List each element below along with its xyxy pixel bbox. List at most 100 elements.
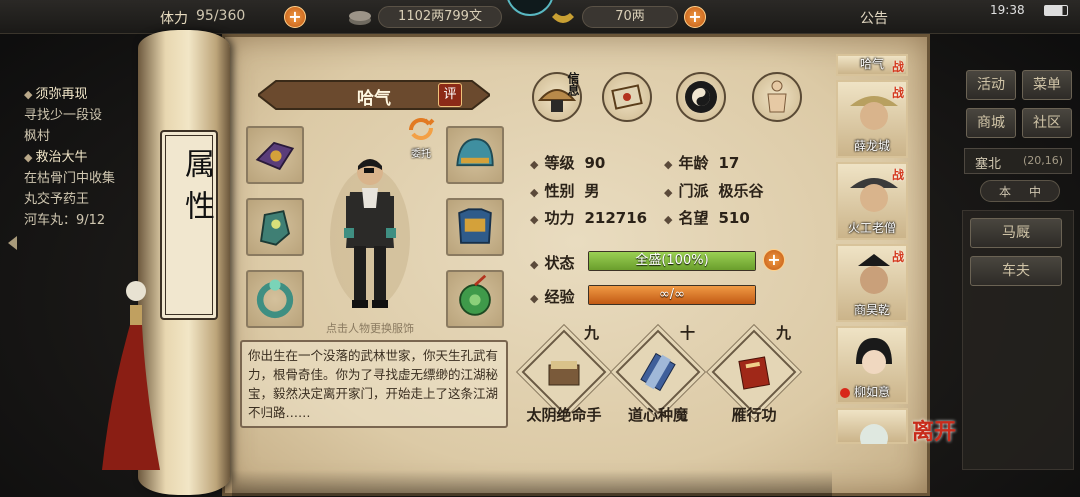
tab-relations[interactable]	[602, 72, 652, 122]
stat-power-label: 功力	[544, 209, 575, 227]
red-book-icon	[738, 356, 770, 390]
companion-card[interactable]: 哈气 战	[836, 54, 908, 76]
diamond-icon: ◆	[530, 158, 539, 171]
stat-age-label: 年龄	[678, 154, 709, 172]
state-bar: 全盛(100%)	[588, 251, 756, 271]
diamond-icon: ◆	[664, 186, 673, 199]
diamond-icon: ◆	[530, 186, 539, 199]
tab-meridians[interactable]	[752, 72, 802, 122]
exp-bar: ∞/∞	[588, 285, 756, 305]
collapse-arrow-icon[interactable]	[8, 236, 17, 250]
stat-sect-label: 门派	[678, 182, 709, 200]
add-stamina-button[interactable]: +	[284, 6, 306, 28]
portrait-icon	[856, 338, 892, 374]
tassel-decoration	[102, 281, 160, 470]
stat-level-value: 90	[584, 154, 606, 172]
quest-title: 救治大牛	[35, 150, 88, 165]
tab-yinyang[interactable]	[676, 72, 726, 122]
activity-button[interactable]: 活动	[966, 70, 1016, 100]
quest-line: 寻找少一段设	[24, 108, 103, 123]
diamond-icon: ◆	[24, 151, 33, 164]
tab-info-label: 信息	[566, 72, 580, 96]
ingot-display: 70两	[582, 6, 678, 28]
announcement-button[interactable]: 公告	[860, 8, 888, 28]
quest-title: 须弥再现	[35, 87, 88, 102]
stat-sect-value: 极乐谷	[718, 182, 764, 200]
jade-pendant-icon	[459, 274, 491, 316]
skill-3-name: 雁行功	[731, 406, 777, 424]
book-icon	[548, 361, 580, 386]
scroll-icon	[640, 352, 676, 392]
stat-exp-label: 经验	[544, 288, 575, 306]
helmet-icon	[456, 138, 494, 167]
fight-badge: 战	[891, 86, 904, 100]
leave-button[interactable]: 离开	[912, 414, 966, 464]
stable-button[interactable]: 马厩	[970, 218, 1062, 248]
driver-button[interactable]: 车夫	[970, 256, 1062, 286]
stat-age: ◆ 年龄 17	[664, 152, 739, 173]
companion-card[interactable]: 柳如意	[836, 326, 908, 404]
stat-power: ◆ 功力 212716	[530, 207, 647, 228]
fight-badge: 战	[891, 168, 904, 182]
shop-button[interactable]: 商城	[966, 108, 1016, 138]
diamond-icon: ◆	[664, 213, 673, 226]
companion-name: 薛龙城	[853, 139, 890, 153]
quest-tracker[interactable]: ◆ 须弥再现 寻找少一段设 枫村 ◆ 救治大牛 在枯骨门中收集 丸交予药王 河车丸：…	[24, 84, 154, 284]
tab-zhong[interactable]: 中	[1029, 183, 1041, 200]
armor-icon	[458, 208, 492, 244]
companion-name: 火工老僧	[847, 221, 896, 235]
diamond-icon: ◆	[530, 292, 539, 305]
change-outfit-hint: 点击人物更换服饰	[326, 322, 414, 335]
stat-state: ◆ 状态	[530, 252, 574, 273]
game-screen: 体力 95/360 + 1102两799文 70两 + 公告 19:38 ◆ 须弥…	[0, 0, 1080, 497]
character-figure[interactable]	[328, 148, 412, 318]
menu-button[interactable]: 菜单	[1022, 70, 1072, 100]
stat-fame: ◆ 名望 510	[664, 207, 750, 228]
rate-button[interactable]: 评	[438, 83, 462, 107]
companion-card[interactable]	[836, 408, 908, 444]
diamond-icon: ◆	[24, 88, 33, 101]
diamond-icon: ◆	[664, 158, 673, 171]
companion-list: 哈气 战 薛龙城 战 火工老僧 战 商昊乾 战 柳如意	[836, 54, 910, 494]
gauntlet-icon	[259, 210, 291, 246]
stat-state-label: 状态	[544, 254, 575, 272]
companion-card[interactable]: 薛龙城 战	[836, 80, 908, 158]
diamond-icon: ◆	[530, 213, 539, 226]
driver-label: 车夫	[1002, 263, 1030, 279]
location-box: 塞北 (20,16)	[964, 148, 1072, 174]
tab-ben[interactable]: 本	[999, 183, 1011, 200]
stat-gender-value: 男	[584, 182, 600, 200]
community-button[interactable]: 社区	[1022, 108, 1072, 138]
stable-label: 马厩	[1002, 225, 1030, 241]
stat-level-label: 等级	[544, 154, 575, 172]
stat-level: ◆ 等级 90	[530, 152, 605, 173]
quest-line: 在枯骨门中收集	[24, 171, 116, 186]
quest-line: 枫村	[24, 129, 51, 144]
stat-age-value: 17	[718, 154, 740, 172]
equip-slot-glove[interactable]	[246, 198, 304, 256]
companion-name: 商昊乾	[853, 303, 890, 317]
scroll-title: 属性	[179, 148, 214, 232]
equip-slot-wrist[interactable]	[246, 126, 304, 184]
restore-state-button[interactable]: +	[763, 249, 785, 271]
state-bar-text: 全盛(100%)	[635, 253, 709, 268]
bagua-icon	[685, 81, 717, 113]
map-filter-tabs: 本 中	[980, 180, 1060, 202]
center-orb[interactable]	[506, 0, 554, 16]
companion-card[interactable]: 火工老僧 战	[836, 162, 908, 240]
equip-slot-armor[interactable]	[446, 198, 504, 256]
add-ingot-button[interactable]: +	[684, 6, 706, 28]
skill-3-level: 九	[776, 324, 792, 342]
fight-badge: 战	[891, 60, 904, 74]
equip-slot-accessory[interactable]	[446, 270, 504, 328]
body-meridian-icon	[767, 80, 787, 113]
equip-slot-head[interactable]	[446, 126, 504, 184]
quest-line: 丸交予药王	[24, 192, 90, 207]
companion-card[interactable]: 商昊乾 战	[836, 244, 908, 322]
companion-name: 柳如意	[853, 385, 890, 399]
diamond-icon: ◆	[530, 258, 539, 271]
equip-slot-ring[interactable]	[246, 270, 304, 328]
top-resource-bar: 体力 95/360 + 1102两799文 70两 + 公告 19:38	[0, 0, 1080, 34]
coin-icon	[348, 7, 372, 27]
bottom-dock	[232, 470, 832, 497]
